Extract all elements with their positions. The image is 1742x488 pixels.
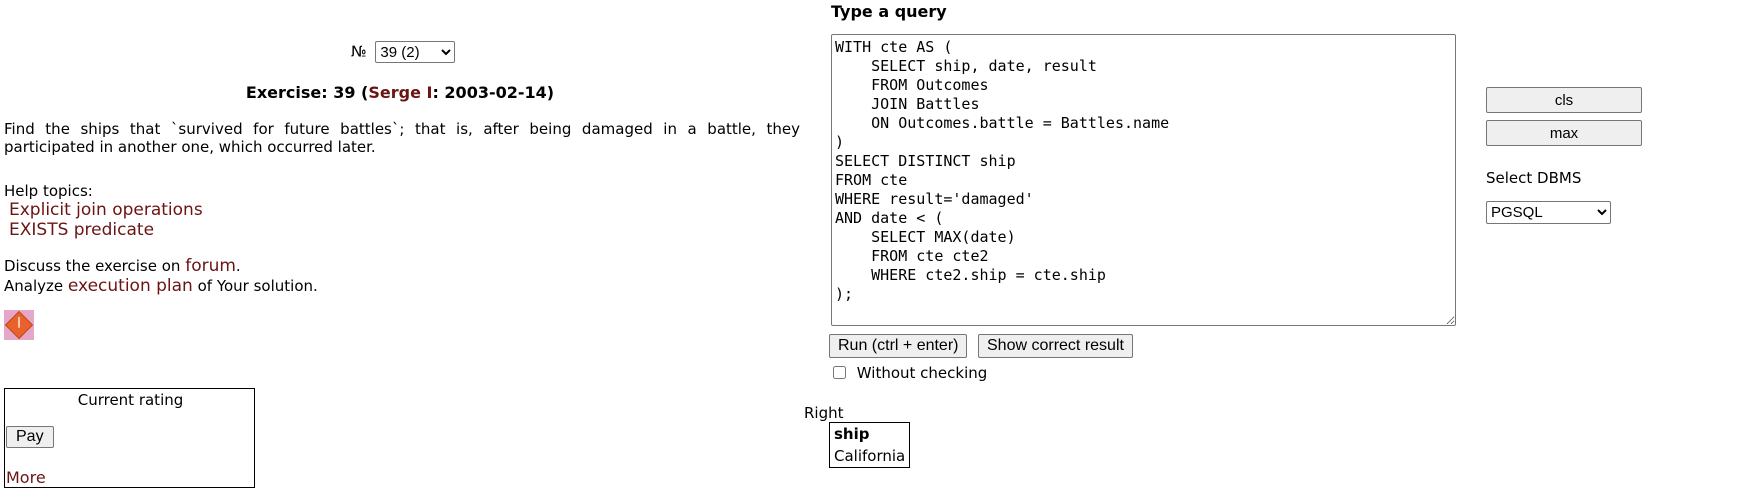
execution-plan-link[interactable]: execution plan: [68, 276, 193, 296]
table-row: California: [830, 445, 910, 468]
analyze-prefix: Analyze: [4, 277, 68, 295]
exercise-number-selector: № 39 (2): [351, 41, 456, 63]
result-status: Right: [804, 404, 844, 422]
discuss-suffix: .: [235, 257, 241, 275]
query-title: Type a query: [831, 2, 947, 21]
show-correct-result-button[interactable]: Show correct result: [978, 334, 1133, 358]
without-checking-row: Without checking: [831, 364, 987, 382]
exercise-description: Find the ships that `survived for future…: [4, 120, 800, 156]
without-checking-checkbox[interactable]: [833, 366, 846, 379]
help-topic-exists[interactable]: EXISTS predicate: [9, 220, 154, 240]
result-header-row: ship: [830, 423, 910, 446]
pay-button[interactable]: Pay: [6, 426, 54, 448]
help-topics-label: Help topics:: [4, 182, 93, 200]
help-topic-explicit-join[interactable]: Explicit join operations: [9, 200, 203, 220]
rating-title: Current rating: [77, 391, 184, 409]
result-cell: California: [834, 447, 906, 465]
current-rating-panel: Current rating Pay More: [4, 388, 255, 488]
max-button[interactable]: max: [1486, 120, 1642, 146]
analyze-suffix: of Your solution.: [192, 277, 318, 295]
exercise-number-select[interactable]: 39 (2): [375, 41, 456, 63]
analyze-line: Analyze execution plan of Your solution.: [4, 276, 318, 296]
dbms-select[interactable]: PGSQL: [1486, 201, 1611, 224]
query-textarea[interactable]: WITH cte AS ( SELECT ship, date, result …: [831, 34, 1456, 326]
result-table: ship California: [829, 422, 911, 468]
exercise-title-suffix: : 2003-02-14): [432, 83, 555, 102]
discuss-line: Discuss the exercise on forum.: [4, 256, 241, 276]
more-link[interactable]: More: [6, 468, 46, 487]
result-column-ship: ship: [834, 425, 870, 443]
badge-glyph-icon: |: [16, 315, 22, 328]
exercise-title: Exercise: 39 (Serge I: 2003-02-14): [0, 83, 800, 102]
cls-button[interactable]: cls: [1486, 87, 1642, 113]
forum-link[interactable]: forum: [185, 256, 236, 276]
exercise-title-prefix: Exercise: 39 (: [245, 83, 369, 102]
run-button[interactable]: Run (ctrl + enter): [829, 334, 968, 358]
select-dbms-label: Select DBMS: [1486, 169, 1582, 187]
exercise-author: Serge I: [368, 83, 433, 102]
discuss-prefix: Discuss the exercise on: [4, 257, 186, 275]
without-checking-label: Without checking: [856, 364, 988, 382]
number-label: №: [351, 42, 367, 61]
warning-badge-icon[interactable]: |: [4, 310, 34, 340]
